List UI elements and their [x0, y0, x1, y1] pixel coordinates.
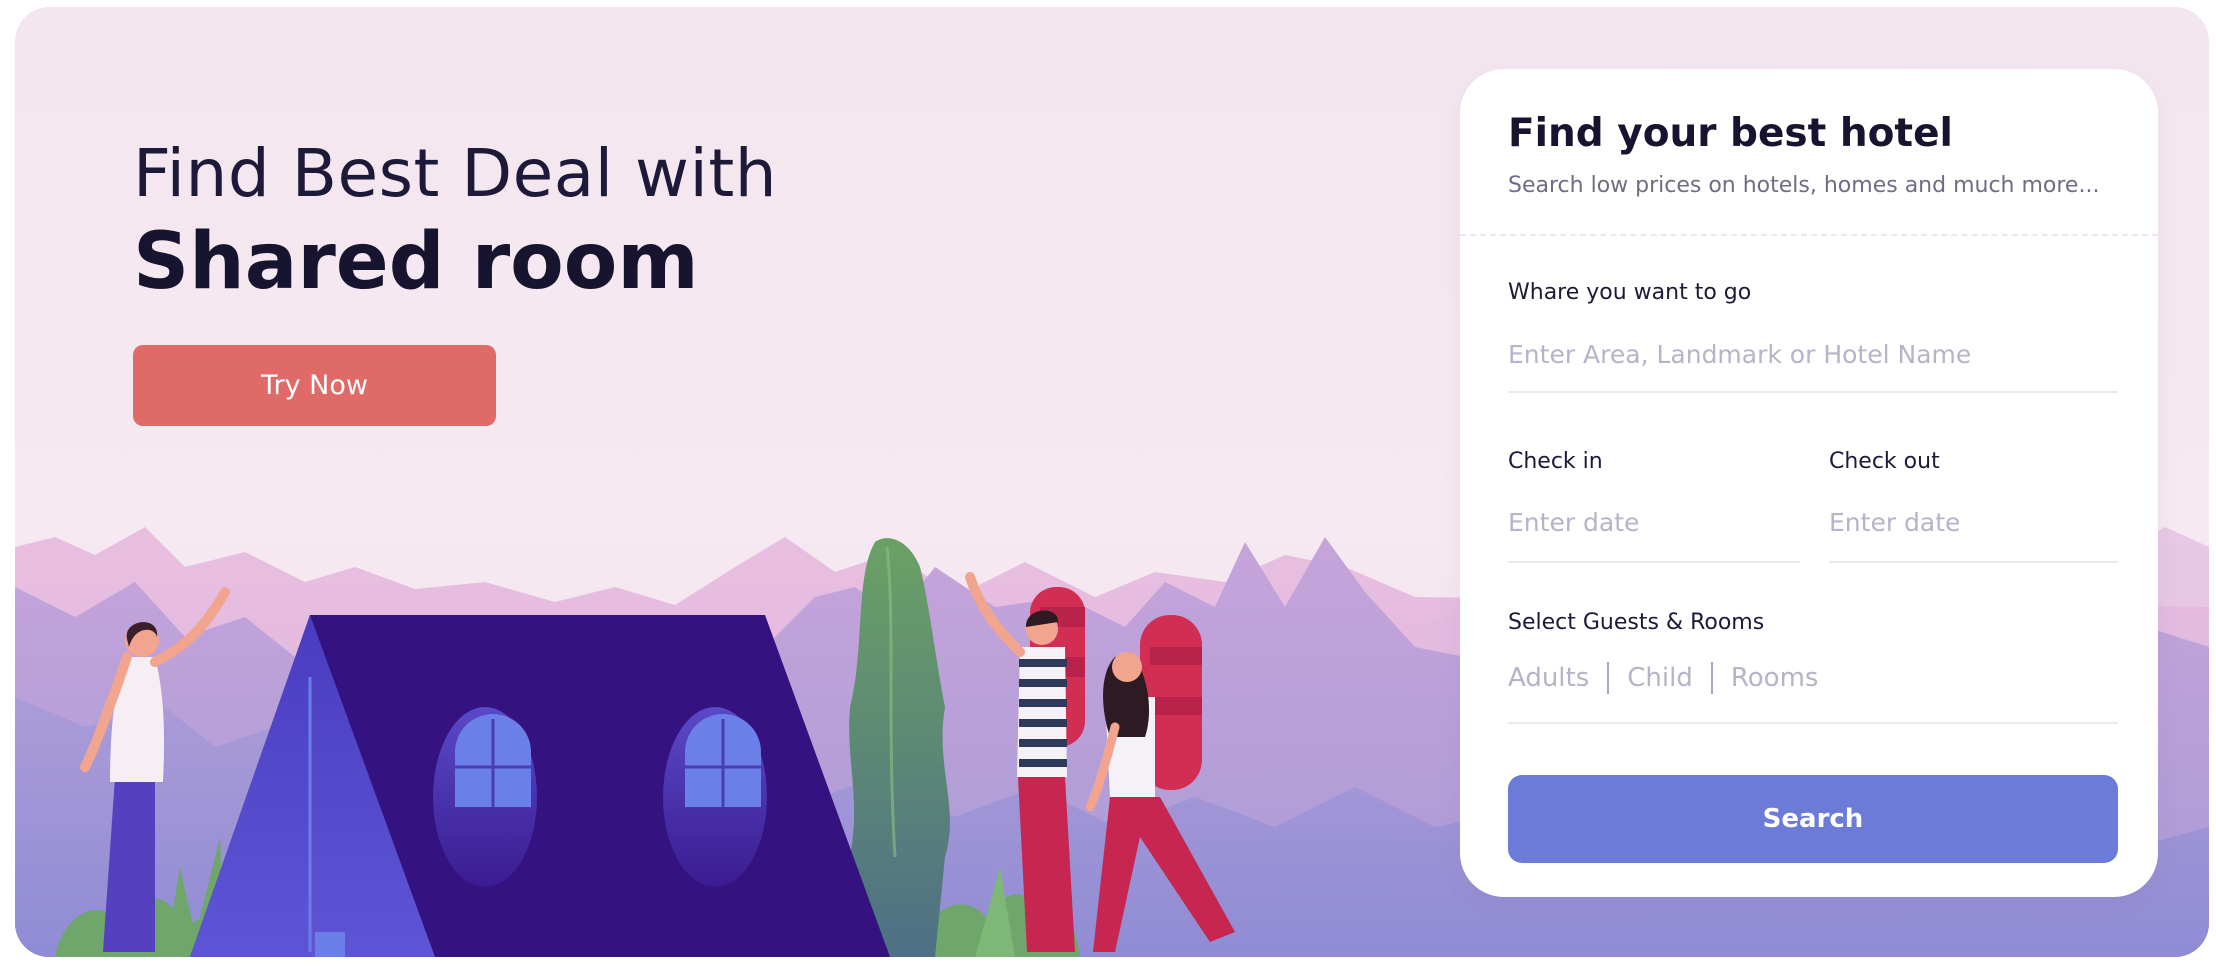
- card-divider: [1460, 234, 2158, 236]
- check-in-label: Check in: [1508, 449, 1603, 474]
- check-out-label: Check out: [1829, 449, 1940, 474]
- destination-underline: [1508, 391, 2118, 393]
- adults-option[interactable]: Adults: [1508, 663, 1589, 693]
- headline-line-1: Find Best Deal with: [133, 135, 778, 212]
- rooms-option[interactable]: Rooms: [1731, 663, 1819, 693]
- destination-label: Whare you want to go: [1508, 280, 1752, 305]
- search-button[interactable]: Search: [1508, 775, 2118, 863]
- guests-underline: [1508, 722, 2118, 724]
- card-subtitle: Search low prices on hotels, homes and m…: [1508, 173, 2100, 198]
- guest-separator: [1710, 662, 1713, 694]
- destination-input[interactable]: [1508, 336, 2118, 372]
- check-out-input[interactable]: [1829, 504, 2118, 540]
- card-title: Find your best hotel: [1508, 111, 1953, 156]
- check-in-underline: [1508, 561, 1800, 563]
- check-in-input[interactable]: [1508, 504, 1798, 540]
- guests-rooms-selector: Adults Child Rooms: [1508, 660, 1818, 696]
- check-out-underline: [1829, 561, 2118, 563]
- headline-line-2: Shared room: [133, 217, 699, 307]
- guests-label: Select Guests & Rooms: [1508, 610, 1765, 635]
- hotel-search-card: Find your best hotel Search low prices o…: [1460, 69, 2158, 897]
- guest-separator: [1607, 662, 1610, 694]
- try-now-button[interactable]: Try Now: [133, 345, 496, 426]
- hero-banner: Find Best Deal with Shared room Try Now …: [15, 7, 2209, 957]
- child-option[interactable]: Child: [1627, 663, 1693, 693]
